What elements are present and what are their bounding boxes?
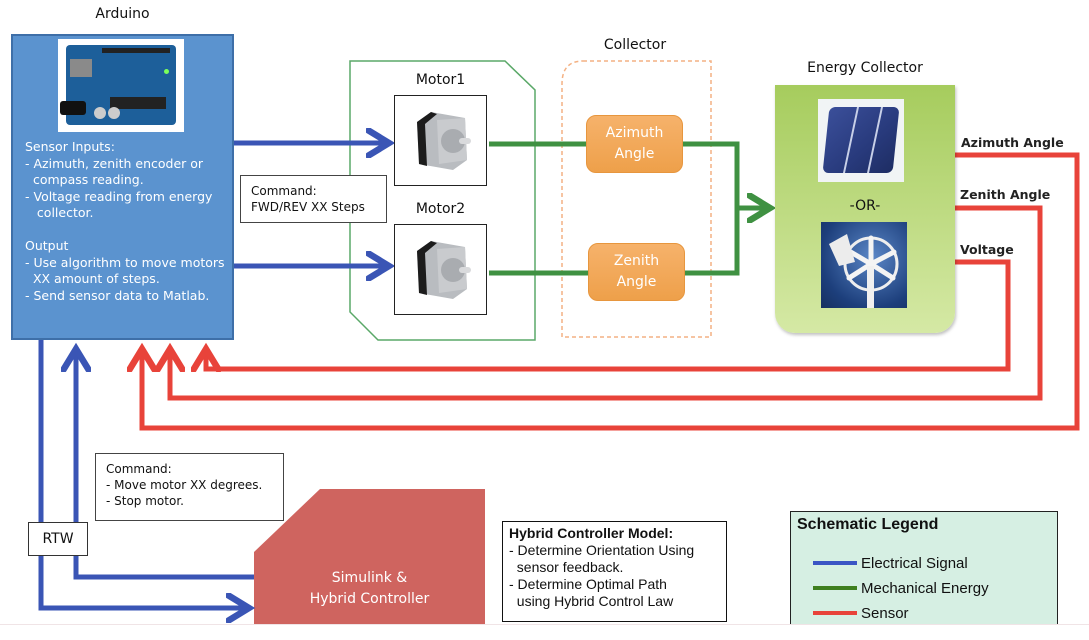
legend-title: Schematic Legend: [797, 516, 939, 533]
hybrid-controller-model-note: Hybrid Controller Model: - Determine Ori…: [502, 521, 727, 622]
arduino-description: Sensor Inputs: - Azimuth, zenith encoder…: [25, 139, 225, 303]
legend-item-mechanical: Mechanical Energy: [813, 578, 989, 598]
wire-azimuth-merge: [683, 141, 740, 276]
simulink-command-note: Command: - Move motor XX degrees. - Stop…: [95, 453, 284, 521]
or-separator: -OR-: [849, 198, 881, 214]
hybrid-model-line: sensor feedback.: [509, 559, 624, 575]
azimuth-angle-block: Azimuth Angle: [586, 115, 683, 173]
schematic-legend: Schematic Legend Electrical Signal Mecha…: [790, 511, 1058, 626]
stepper-motor-icon: [417, 241, 471, 299]
bottom-margin: [0, 624, 1089, 640]
arduino-board-image: [58, 39, 184, 132]
stepper-motor-icon: [417, 112, 471, 170]
energy-collector-block: -OR-: [775, 85, 955, 333]
solar-cell-image: [818, 99, 904, 182]
azimuth-angle-label: Azimuth Angle: [961, 135, 1064, 150]
voltage-label: Voltage: [960, 242, 1014, 257]
hybrid-model-line: using Hybrid Control Law: [509, 593, 674, 609]
motor1-block: [394, 95, 487, 186]
legend-label: Electrical Signal: [861, 554, 968, 572]
motor-command-note: Command: FWD/REV XX Steps: [240, 175, 387, 223]
legend-item-sensor: Sensor: [813, 603, 909, 623]
arduino-block: Sensor Inputs: - Azimuth, zenith encoder…: [11, 34, 234, 340]
wind-turbine-image: [821, 222, 907, 308]
wind-turbine-icon: [829, 234, 899, 308]
controller-label: Simulink & Hybrid Controller: [309, 570, 430, 607]
hybrid-model-line: - Determine Orientation Using: [509, 542, 695, 558]
legend-swatch: [813, 611, 857, 615]
legend-swatch: [813, 561, 857, 565]
legend-label: Sensor: [861, 604, 909, 622]
legend-label: Mechanical Energy: [861, 579, 989, 597]
legend-item-electrical: Electrical Signal: [813, 553, 968, 573]
hybrid-model-line: - Determine Optimal Path: [509, 576, 667, 592]
motor2-block: [394, 224, 487, 315]
rtw-block: RTW: [28, 522, 88, 556]
zenith-angle-block: Zenith Angle: [588, 243, 685, 301]
hybrid-model-heading: Hybrid Controller Model:: [509, 525, 674, 541]
zenith-angle-label: Zenith Angle: [960, 187, 1051, 202]
legend-swatch: [813, 586, 857, 590]
